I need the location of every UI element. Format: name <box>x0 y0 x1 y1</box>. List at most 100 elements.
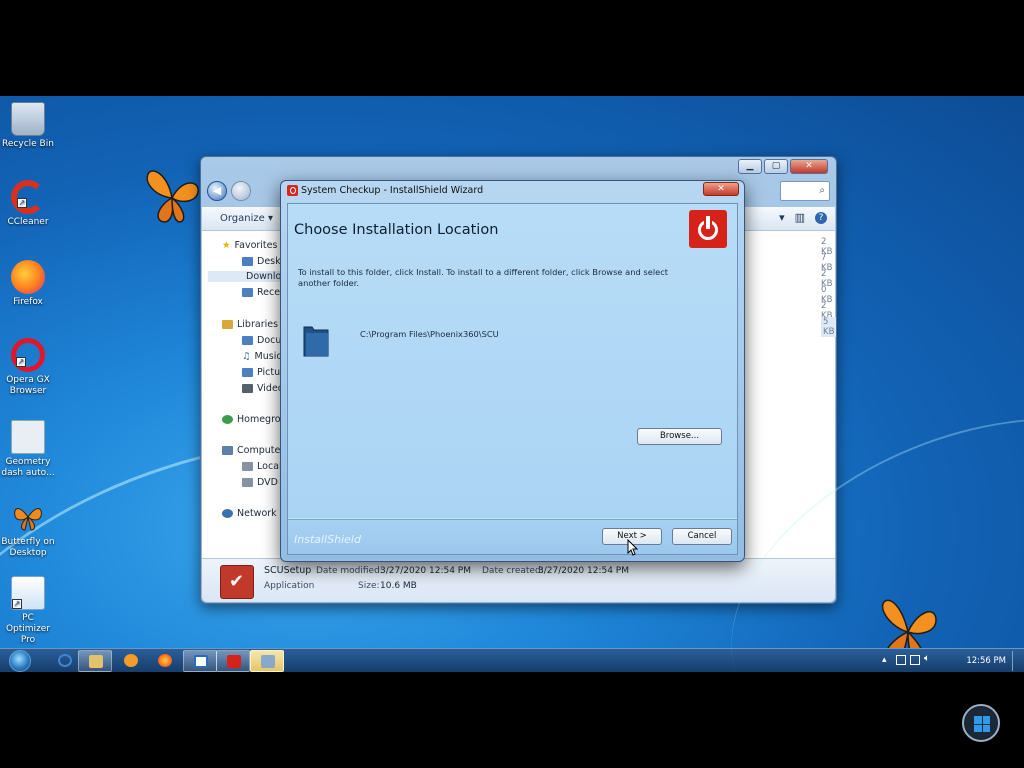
date-created-label: Date created: <box>482 566 544 576</box>
windows-orb-icon <box>9 650 31 672</box>
homegroup-icon <box>222 415 233 424</box>
dvd-drive-icon <box>242 478 253 487</box>
forward-button[interactable] <box>231 181 251 201</box>
opera-gx-icon: ↗ <box>11 338 45 372</box>
show-hidden-icons-icon[interactable]: ▴ <box>882 655 892 665</box>
desktop-icon-pc-optimizer[interactable]: ↗ PC Optimizer Pro <box>0 576 56 646</box>
desktop-icon-opera-gx[interactable]: ↗ Opera GX Browser <box>0 338 56 397</box>
installshield-brand: InstallShield <box>294 533 361 546</box>
taskbar-item-installer[interactable] <box>216 650 250 672</box>
desktop-icon-geometry-dash[interactable]: Geometry dash auto... <box>0 420 56 479</box>
app-icon <box>194 655 208 668</box>
geometry-dash-icon <box>11 420 45 454</box>
show-desktop-button[interactable] <box>1012 651 1022 671</box>
maximize-button[interactable]: ▢ <box>764 159 788 174</box>
flag-icon[interactable] <box>896 655 906 665</box>
taskbar-item-ie[interactable] <box>48 650 82 672</box>
folder-icon <box>89 655 103 668</box>
installshield-dialog[interactable]: System Checkup - InstallShield Wizard ✕ … <box>280 180 745 562</box>
instruction-text: To install to this folder, click Install… <box>298 267 669 288</box>
libraries-icon <box>222 320 233 329</box>
mouse-cursor-icon <box>627 539 639 556</box>
page-title: Choose Installation Location <box>294 222 499 238</box>
recycle-bin-icon <box>11 102 45 136</box>
desktop-icon-ccleaner[interactable]: ↗ CCleaner <box>0 180 56 228</box>
explorer-caption-buttons: ▁ ▢ ✕ <box>738 159 828 174</box>
desktop-icon-butterfly[interactable]: Butterfly on Desktop <box>0 500 56 559</box>
desktop-icon-recycle-bin[interactable]: Recycle Bin <box>0 102 56 150</box>
details-pane: SCUSetup Date modified: 3/27/2020 12:54 … <box>202 558 835 602</box>
power-logo-icon <box>689 210 727 248</box>
volume-icon[interactable]: 🔈︎ <box>924 653 934 664</box>
desktop-icon-label: PC Optimizer Pro <box>5 613 51 645</box>
system-tray: ▴ 🔈︎ 12:56 PM <box>874 649 1024 672</box>
dialog-header: Choose Installation Location <box>288 204 737 260</box>
search-box[interactable]: ⌕ <box>780 181 830 201</box>
pc-optimizer-icon: ↗ <box>11 576 45 610</box>
butterfly-icon <box>11 500 45 534</box>
file-size: 5 KB <box>821 317 837 337</box>
desktop-icon-label: Firefox <box>13 297 43 307</box>
nav-computer[interactable]: Computer <box>222 445 284 456</box>
desktop-icon-firefox[interactable]: Firefox <box>0 260 56 308</box>
size-label: Size: <box>358 581 380 591</box>
taskbar-item-setup[interactable] <box>250 650 284 672</box>
power-icon <box>227 655 241 668</box>
internet-explorer-icon <box>58 654 72 667</box>
desktop-icon-label: Butterfly on Desktop <box>1 537 55 558</box>
nav-music[interactable]: ♫ Music <box>242 351 282 362</box>
pictures-icon <box>242 368 253 377</box>
butterfly-decoration-icon <box>146 170 199 223</box>
scu-setup-icon <box>220 565 254 599</box>
desktop-icon-label: Recycle Bin <box>2 139 54 149</box>
start-button[interactable] <box>6 650 34 672</box>
firefox-icon <box>11 260 45 294</box>
dialog-footer: InstallShield Next > Cancel <box>288 518 737 554</box>
nav-libraries[interactable]: Libraries <box>222 319 278 330</box>
date-modified-label: Date modified: <box>316 566 383 576</box>
file-type: Application <box>264 581 315 591</box>
taskbar-item-firefox[interactable] <box>148 650 182 672</box>
preview-pane-icon[interactable]: ▥ <box>795 211 805 224</box>
desktop-icon-label: Opera GX Browser <box>6 375 50 396</box>
nav-favorites[interactable]: ★ Favorites <box>222 240 277 251</box>
dialog-close-button[interactable]: ✕ <box>703 182 739 196</box>
size-value: 10.6 MB <box>380 581 417 591</box>
local-disk-icon <box>242 462 253 471</box>
star-icon: ★ <box>222 240 231 251</box>
help-icon[interactable]: ? <box>815 211 827 224</box>
view-dropdown-icon[interactable]: ▾ <box>779 211 785 224</box>
clock[interactable]: 12:56 PM <box>966 656 1006 666</box>
taskbar-item-explorer[interactable] <box>78 650 112 672</box>
navigation-pane: ★ Favorites Desktop Downloa Recent P Libr… <box>202 231 300 559</box>
back-button[interactable]: ◀ <box>207 181 227 201</box>
nav-homegroup[interactable]: Homegrou <box>222 414 287 425</box>
install-path: C:\Program Files\Phoenix360\SCU <box>360 329 499 339</box>
search-icon: ⌕ <box>819 185 825 196</box>
network-icon[interactable] <box>910 655 920 665</box>
setup-icon <box>261 655 275 668</box>
butterfly-decoration-icon <box>881 599 937 665</box>
taskbar-item-app[interactable] <box>183 650 217 672</box>
firefox-icon <box>158 654 172 667</box>
nav-downloads[interactable]: Downloa <box>208 271 287 282</box>
browse-button[interactable]: Browse... <box>637 428 722 445</box>
power-icon <box>287 185 298 196</box>
cancel-button[interactable]: Cancel <box>672 528 732 545</box>
documents-icon <box>242 336 253 345</box>
network-icon <box>222 509 233 518</box>
computer-icon <box>222 446 233 455</box>
organize-menu[interactable]: Organize ▾ <box>220 213 273 224</box>
desktop-icon <box>242 257 253 266</box>
nav-network[interactable]: Network <box>222 508 277 519</box>
minimize-button[interactable]: ▁ <box>738 159 762 174</box>
dialog-title: System Checkup - InstallShield Wizard <box>301 185 484 196</box>
dialog-title-bar: System Checkup - InstallShield Wizard ✕ <box>281 181 744 201</box>
videos-icon <box>242 384 253 393</box>
taskbar-item-media[interactable] <box>114 650 148 672</box>
music-icon: ♫ <box>242 351 251 362</box>
close-button[interactable]: ✕ <box>790 159 828 174</box>
folder-icon <box>303 326 329 357</box>
recent-places-icon <box>242 288 253 297</box>
windows-logo-icon <box>962 704 1000 742</box>
